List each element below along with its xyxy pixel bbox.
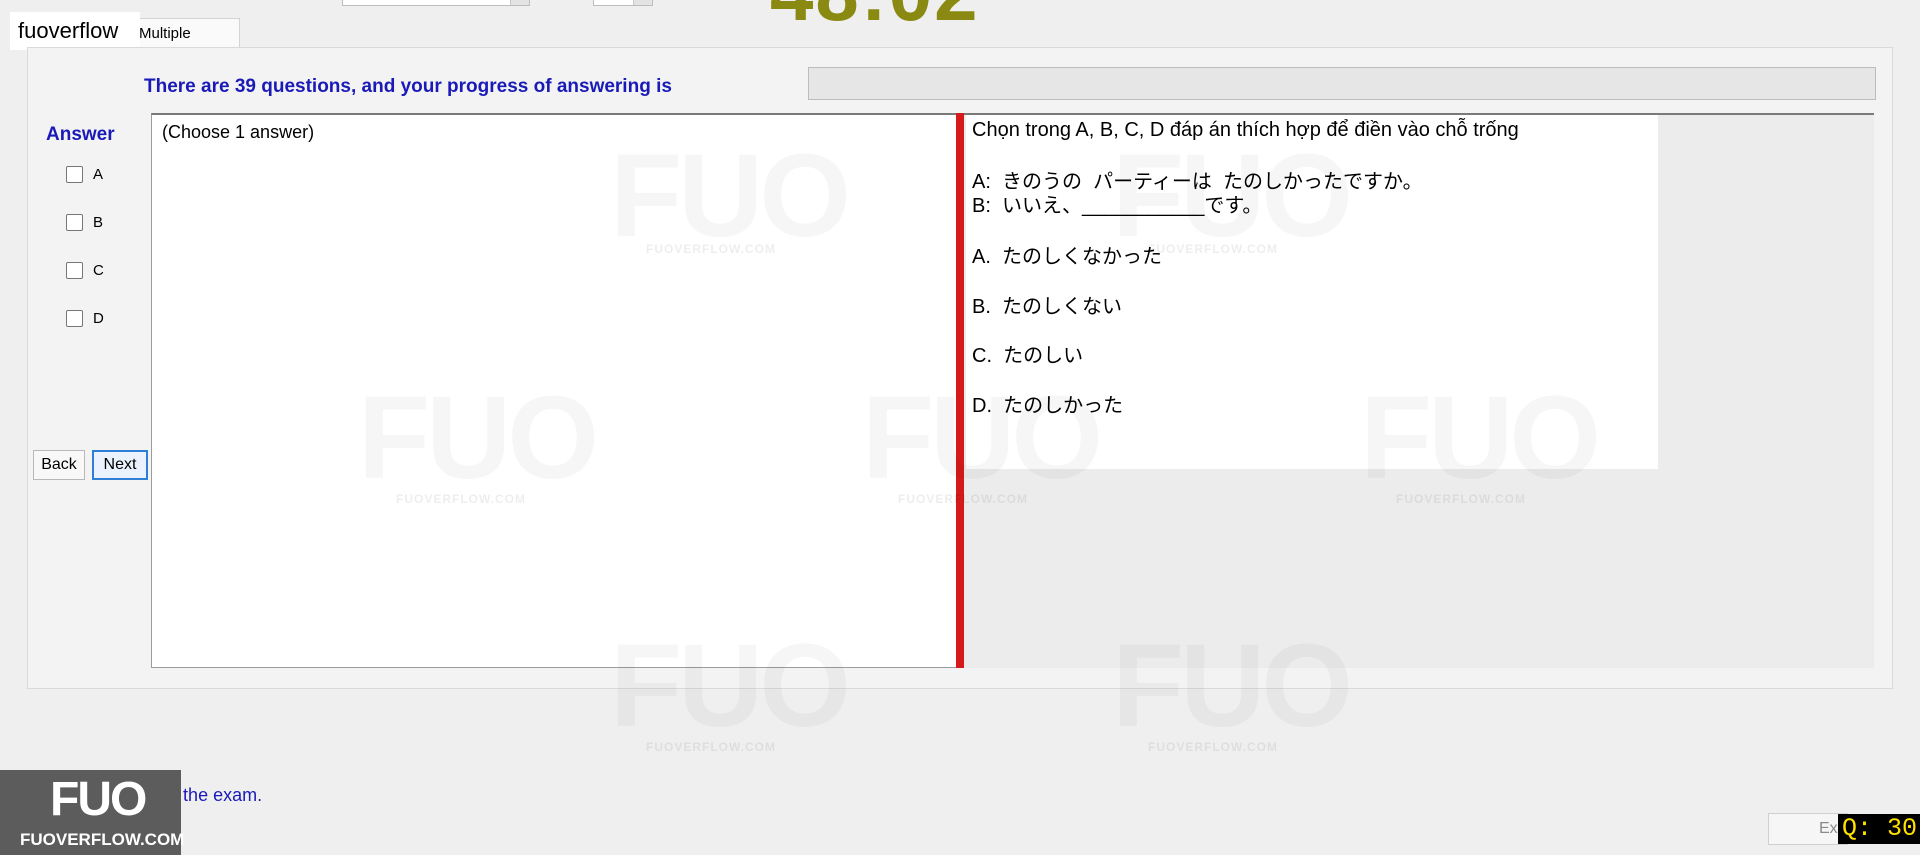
brand-label: fuoverflow: [10, 12, 140, 50]
question-choice-b: B. たのしくない: [972, 296, 1123, 318]
answer-option-a[interactable]: A: [66, 166, 103, 183]
watermark-site: FUOVERFLOW.COM: [1396, 492, 1526, 506]
progress-label: There are 39 questions, and your progres…: [144, 76, 672, 97]
option-label: A: [93, 166, 104, 183]
answer-hint: (Choose 1 answer): [162, 122, 315, 142]
checkbox[interactable]: [66, 166, 83, 183]
countdown-timer: 48:02: [770, 0, 980, 39]
watermark-site: FUOVERFLOW.COM: [898, 492, 1028, 506]
answer-option-d[interactable]: D: [66, 310, 104, 327]
checkbox[interactable]: [66, 214, 83, 231]
question-choice-c: C. たのしい: [972, 345, 1084, 367]
watermark-site: FUOVERFLOW.COM: [646, 740, 776, 754]
logo-mark: FUO: [50, 773, 147, 826]
option-label: C: [93, 262, 104, 279]
option-label: B: [93, 214, 104, 231]
checkbox[interactable]: [66, 310, 83, 327]
answer-title: Answer: [46, 124, 115, 145]
exam-code-field[interactable]: [342, 0, 530, 6]
next-button[interactable]: Next: [92, 450, 148, 480]
watermark-logo: FUO: [610, 618, 847, 754]
tab-multiple-choices[interactable]: Multiple Choices: [128, 18, 240, 72]
fuo-logo: FUO FUOVERFLOW.COM: [0, 770, 185, 855]
answer-option-c[interactable]: C: [66, 262, 104, 279]
watermark-site: FUOVERFLOW.COM: [646, 242, 776, 256]
watermark-site: FUOVERFLOW.COM: [1148, 740, 1278, 754]
checkbox[interactable]: [66, 262, 83, 279]
watermark-site: FUOVERFLOW.COM: [396, 492, 526, 506]
back-button[interactable]: Back: [33, 450, 85, 480]
font-size-spinner[interactable]: [593, 0, 653, 6]
watermark-logo: FUO: [1112, 618, 1349, 754]
logo-site: FUOVERFLOW.COM: [20, 830, 185, 849]
watermark-logo: FUO: [358, 370, 595, 506]
watermark-site: FUOVERFLOW.COM: [1148, 242, 1278, 256]
exit-button[interactable]: Exit: [1768, 813, 1848, 845]
progress-bar: [808, 67, 1876, 100]
option-label: D: [93, 310, 104, 327]
question-counter: Q: 30: [1838, 814, 1920, 844]
answer-option-b[interactable]: B: [66, 214, 103, 231]
watermark-logo: FUO: [1360, 370, 1597, 506]
watermark-logo: FUO: [862, 370, 1099, 506]
